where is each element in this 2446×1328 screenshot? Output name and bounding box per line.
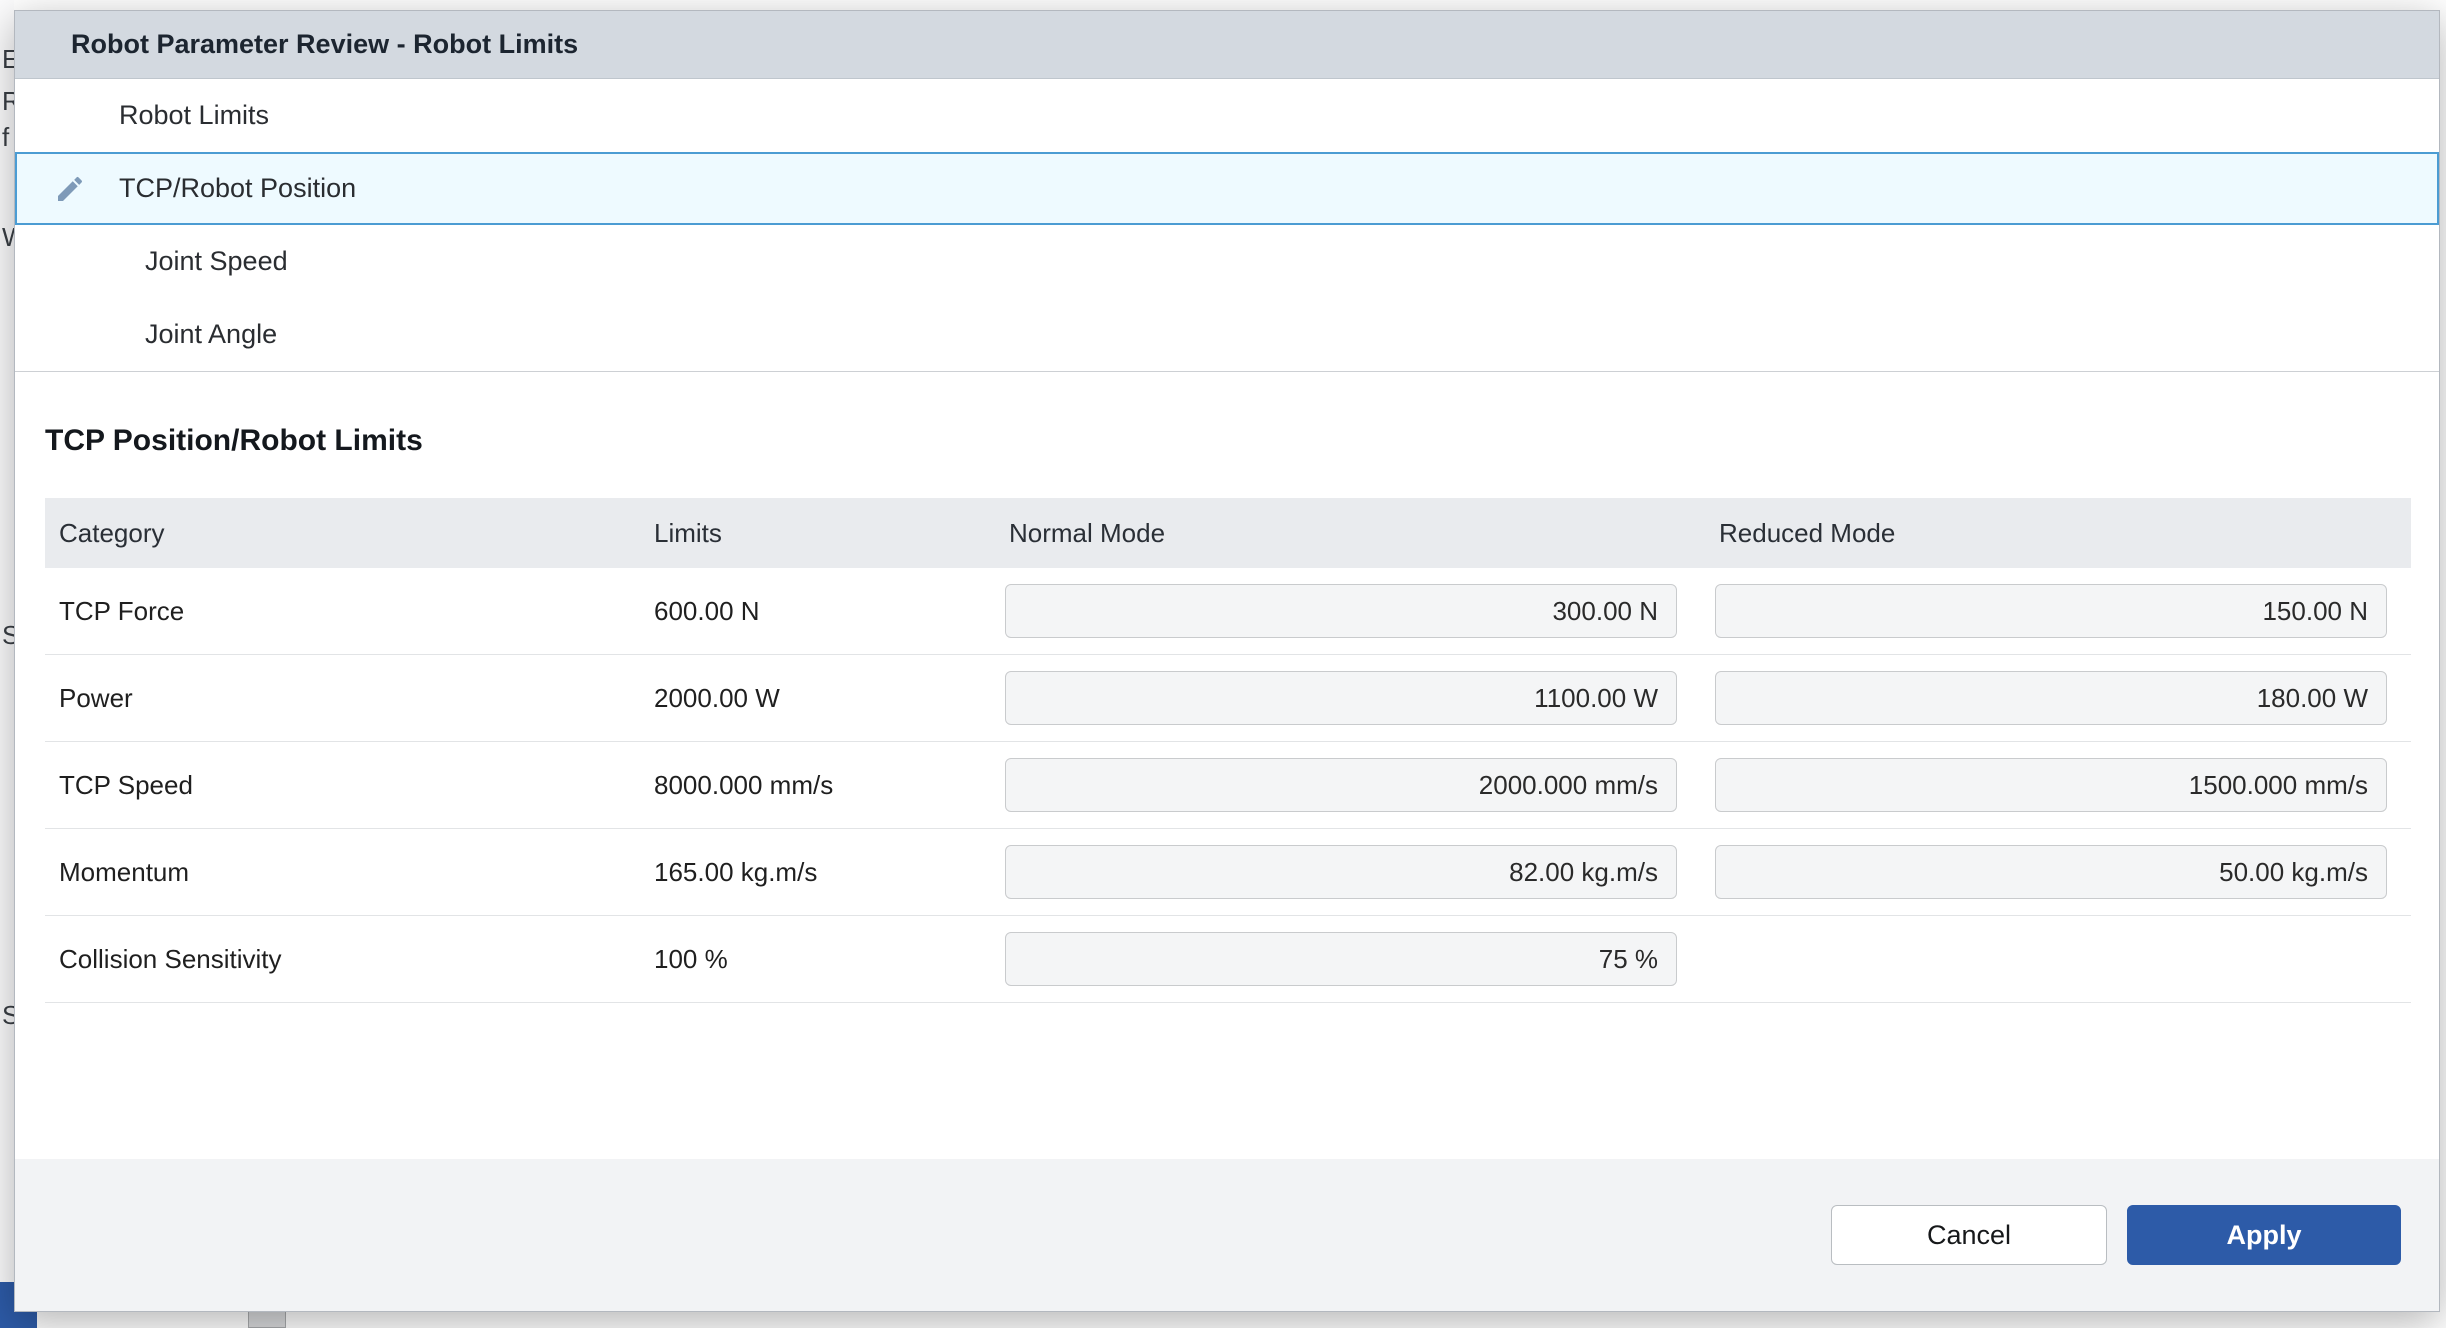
col-header-category: Category — [45, 518, 640, 549]
reduced-mode-input[interactable] — [1715, 845, 2387, 899]
limit-cell: 2000.00 W — [640, 683, 995, 714]
apply-button[interactable]: Apply — [2127, 1205, 2401, 1265]
limit-cell: 600.00 N — [640, 596, 995, 627]
category-cell: Power — [45, 683, 640, 714]
tcp-limits-section: TCP Position/Robot Limits Category Limit… — [15, 424, 2439, 1003]
table-row-collision-sensitivity: Collision Sensitivity 100 % — [45, 916, 2411, 1003]
table-row-momentum: Momentum 165.00 kg.m/s — [45, 829, 2411, 916]
category-cell: Momentum — [45, 857, 640, 888]
edit-pencil-icon — [53, 172, 87, 206]
background-text-fragment: f — [2, 122, 9, 153]
background-text-fragment: W — [2, 222, 14, 253]
normal-mode-input[interactable] — [1005, 932, 1677, 986]
nav-item-label: Joint Angle — [145, 319, 277, 350]
col-header-reduced-mode: Reduced Mode — [1705, 518, 2411, 549]
section-title: TCP Position/Robot Limits — [45, 424, 2439, 458]
dialog-footer: Cancel Apply — [15, 1159, 2439, 1311]
normal-mode-input[interactable] — [1005, 845, 1677, 899]
nav-item-robot-limits[interactable]: Robot Limits — [15, 79, 2439, 152]
nav-item-tcp-robot-position[interactable]: TCP/Robot Position — [15, 152, 2439, 225]
dialog-title: Robot Parameter Review - Robot Limits — [71, 29, 578, 60]
limits-table: Category Limits Normal Mode Reduced Mode… — [45, 498, 2411, 1003]
limit-cell: 100 % — [640, 944, 995, 975]
background-text-fragment: S — [2, 1000, 14, 1031]
limits-nav-list: Robot Limits TCP/Robot Position Joint Sp… — [15, 79, 2439, 371]
category-cell: TCP Speed — [45, 770, 640, 801]
nav-item-joint-angle[interactable]: Joint Angle — [15, 298, 2439, 371]
category-cell: TCP Force — [45, 596, 640, 627]
table-header-row: Category Limits Normal Mode Reduced Mode — [45, 498, 2411, 568]
col-header-limits: Limits — [640, 518, 995, 549]
nav-item-label: Robot Limits — [119, 100, 269, 131]
background-text-fragment: E — [2, 44, 14, 75]
category-cell: Collision Sensitivity — [45, 944, 640, 975]
limit-cell: 8000.000 mm/s — [640, 770, 995, 801]
normal-mode-input[interactable] — [1005, 584, 1677, 638]
nav-item-label: Joint Speed — [145, 246, 288, 277]
table-row-tcp-speed: TCP Speed 8000.000 mm/s — [45, 742, 2411, 829]
nav-item-label: TCP/Robot Position — [119, 173, 356, 204]
background-text-fragment: R — [2, 86, 14, 117]
background-app-edge: E R f W S S — [0, 0, 14, 1328]
background-text-fragment: S — [2, 620, 14, 651]
table-row-tcp-force: TCP Force 600.00 N — [45, 568, 2411, 655]
col-header-normal-mode: Normal Mode — [995, 518, 1705, 549]
normal-mode-input[interactable] — [1005, 671, 1677, 725]
reduced-mode-input[interactable] — [1715, 584, 2387, 638]
divider — [15, 371, 2439, 372]
cancel-button[interactable]: Cancel — [1831, 1205, 2107, 1265]
normal-mode-input[interactable] — [1005, 758, 1677, 812]
nav-item-joint-speed[interactable]: Joint Speed — [15, 225, 2439, 298]
limit-cell: 165.00 kg.m/s — [640, 857, 995, 888]
table-row-power: Power 2000.00 W — [45, 655, 2411, 742]
reduced-mode-input[interactable] — [1715, 758, 2387, 812]
reduced-mode-input[interactable] — [1715, 671, 2387, 725]
robot-parameter-review-dialog: Robot Parameter Review - Robot Limits Ro… — [14, 10, 2440, 1312]
dialog-title-bar: Robot Parameter Review - Robot Limits — [15, 11, 2439, 79]
